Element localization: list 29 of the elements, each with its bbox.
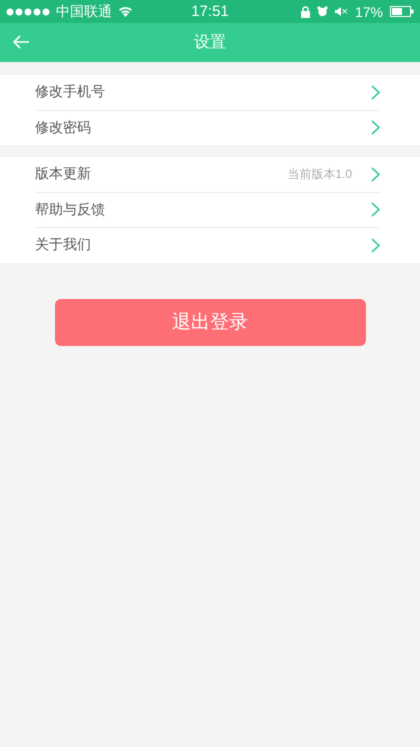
chevron-right-icon: [371, 84, 380, 100]
speaker-icon: [334, 7, 341, 16]
settings-item[interactable]: 关于我们: [35, 228, 380, 262]
wifi-icon: [118, 6, 133, 17]
alarm-clock-icon: [316, 6, 328, 17]
item-label: 修改手机号: [35, 83, 106, 102]
settings-item[interactable]: 修改手机号: [35, 75, 380, 110]
screen-title: 设置: [194, 33, 226, 53]
item-label: 关于我们: [35, 236, 92, 254]
clock-time: 17:51: [190, 3, 230, 20]
carrier-name: 中国联通: [56, 2, 112, 20]
signal-icon: [6, 8, 50, 16]
chevron-right-icon: [371, 202, 380, 218]
mute-mark: ×: [342, 6, 348, 18]
item-detail: 当前版本1.0: [287, 166, 352, 183]
battery-percent: 17%: [354, 4, 383, 20]
chevron-right-icon: [371, 120, 380, 136]
settings-item[interactable]: 版本更新 当前版本1.0: [35, 157, 380, 192]
item-label: 版本更新: [35, 165, 92, 184]
chevron-right-icon: [371, 166, 380, 182]
lock-icon: [300, 6, 310, 18]
back-arrow-icon: [12, 35, 30, 49]
battery-icon: [390, 6, 414, 17]
back-button[interactable]: [12, 35, 30, 49]
chevron-right-icon: [371, 238, 380, 253]
item-label: 修改密码: [35, 118, 92, 137]
settings-item[interactable]: 修改密码: [35, 110, 380, 145]
item-label: 帮助与反馈: [35, 200, 106, 219]
settings-item[interactable]: 帮助与反馈: [35, 192, 380, 228]
